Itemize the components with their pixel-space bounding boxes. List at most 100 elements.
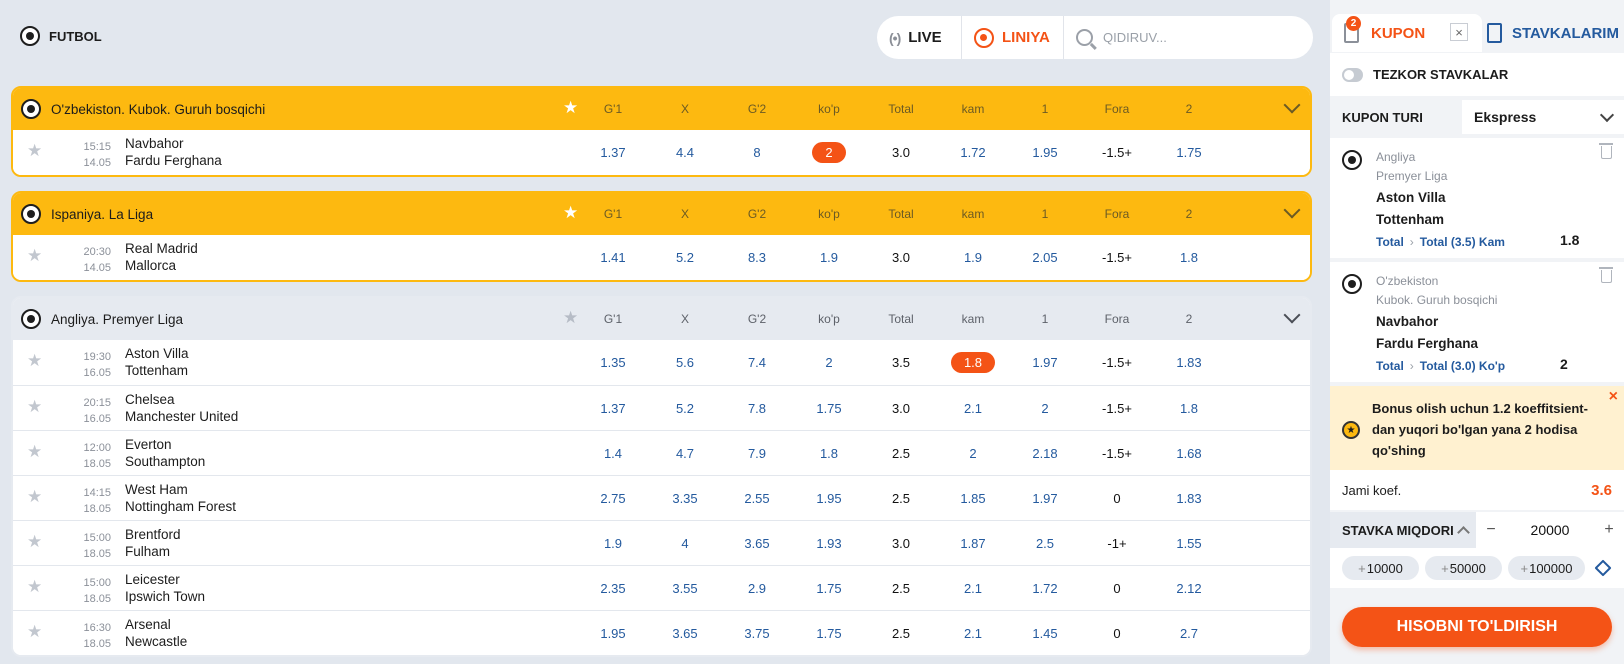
odd-cell[interactable]: 1.75 — [1149, 130, 1229, 175]
league-header[interactable]: Angliya. Premyer Liga ★ G'1 X G'2 ko'p Total ka… — [13, 298, 1310, 340]
sport-title[interactable]: FUTBOL — [20, 26, 102, 46]
odd-cell[interactable]: 8.3 — [717, 235, 797, 280]
quick-amount-button[interactable]: +50000 — [1425, 556, 1502, 580]
odd-cell[interactable]: 1.75 — [789, 611, 869, 655]
odd-cell[interactable]: 5.6 — [645, 340, 725, 385]
favorite-star-icon[interactable]: ★ — [27, 397, 42, 417]
odd-cell[interactable]: 2 — [1005, 386, 1085, 431]
odd-cell[interactable]: 5.2 — [645, 235, 725, 280]
favorite-star-icon[interactable]: ★ — [27, 622, 42, 642]
match-row[interactable]: ★ 12:00 18.05 Everton Southampton 1.4 4.7 7.9 1.… — [13, 430, 1310, 475]
odd-cell[interactable]: 1.85 — [933, 476, 1013, 521]
odd-cell[interactable]: 2 — [789, 130, 869, 175]
match-row[interactable]: ★ 20:30 14.05 Real Madrid Mallorca 1.41 5.2 8.3… — [13, 235, 1310, 280]
odd-cell[interactable]: 1.97 — [1005, 476, 1085, 521]
odd-cell[interactable]: 3.65 — [645, 611, 725, 655]
odd-cell[interactable]: 1.9 — [933, 235, 1013, 280]
close-icon[interactable]: × — [1450, 23, 1468, 41]
chevron-down-icon[interactable] — [1283, 96, 1301, 114]
match-row[interactable]: ★ 15:00 18.05 Leicester Ipswich Town 2.35 3.55… — [13, 565, 1310, 610]
odd-cell[interactable]: 2.05 — [1005, 235, 1085, 280]
odd-cell[interactable]: 2.35 — [573, 566, 653, 611]
pencil-icon[interactable] — [1594, 559, 1612, 577]
odd-cell[interactable]: 1.97 — [1005, 340, 1085, 385]
match-teams[interactable]: Arsenal Newcastle — [125, 616, 187, 650]
league-header[interactable]: Ispaniya. La Liga ★ G'1 X G'2 ko'p Total kam 1 Fo… — [13, 193, 1310, 235]
odd-cell[interactable]: 2.1 — [933, 611, 1013, 655]
match-row[interactable]: ★ 20:15 16.05 Chelsea Manchester United 1.37 5… — [13, 385, 1310, 430]
odd-cell[interactable]: 1.55 — [1149, 521, 1229, 566]
match-row[interactable]: ★ 16:30 18.05 Arsenal Newcastle 1.95 3.65 3.75 1… — [13, 610, 1310, 655]
odd-cell[interactable]: 1.95 — [573, 611, 653, 655]
deposit-button[interactable]: HISOBNI TO'LDIRISH — [1342, 607, 1612, 647]
match-teams[interactable]: Aston Villa Tottenham — [125, 345, 189, 379]
match-teams[interactable]: West Ham Nottingham Forest — [125, 481, 236, 515]
odd-cell[interactable]: 1.87 — [933, 521, 1013, 566]
odd-cell[interactable]: 1.72 — [933, 130, 1013, 175]
odd-cell[interactable]: 5.2 — [645, 386, 725, 431]
odd-cell[interactable]: 1.45 — [1005, 611, 1085, 655]
liniya-button[interactable]: LINIYA — [962, 16, 1064, 59]
match-teams[interactable]: Leicester Ipswich Town — [125, 571, 205, 605]
odd-cell[interactable]: 1.72 — [1005, 566, 1085, 611]
odd-cell[interactable]: 1.93 — [789, 521, 869, 566]
odd-cell[interactable]: 1.95 — [789, 476, 869, 521]
odd-cell[interactable]: 1.4 — [573, 431, 653, 476]
stake-minus-button[interactable]: − — [1476, 521, 1506, 539]
match-row[interactable]: ★ 15:15 14.05 Navbahor Fardu Ferghana 1.37 4.4… — [13, 130, 1310, 175]
odd-cell[interactable]: 1.9 — [789, 235, 869, 280]
trash-icon[interactable] — [1599, 143, 1613, 159]
match-row[interactable]: ★ 14:15 18.05 West Ham Nottingham Forest 2.75… — [13, 475, 1310, 520]
match-teams[interactable]: Navbahor Fardu Ferghana — [125, 135, 222, 169]
tab-kupon[interactable]: 2 KUPON × — [1332, 14, 1482, 52]
stake-input[interactable] — [1506, 522, 1594, 538]
odd-cell[interactable]: 1.8 — [789, 431, 869, 476]
odd-cell[interactable]: 2.9 — [717, 566, 797, 611]
odd-cell[interactable]: 1.41 — [573, 235, 653, 280]
quick-bets-toggle[interactable] — [1342, 67, 1363, 82]
match-teams[interactable]: Brentford Fulham — [125, 526, 181, 560]
bonus-close-icon[interactable]: × — [1609, 388, 1618, 406]
odd-cell[interactable]: 8 — [717, 130, 797, 175]
odd-cell[interactable]: 2.12 — [1149, 566, 1229, 611]
odd-cell[interactable]: 1.9 — [573, 521, 653, 566]
odd-cell[interactable]: 1.75 — [789, 386, 869, 431]
odd-cell[interactable]: 1.95 — [1005, 130, 1085, 175]
favorite-star-icon[interactable]: ★ — [27, 141, 42, 161]
odd-cell[interactable]: 3.65 — [717, 521, 797, 566]
odd-cell[interactable]: 2.5 — [1005, 521, 1085, 566]
chevron-down-icon[interactable] — [1283, 201, 1301, 219]
quick-amount-button[interactable]: +100000 — [1508, 556, 1585, 580]
chevron-down-icon[interactable] — [1283, 306, 1301, 324]
match-teams[interactable]: Real Madrid Mallorca — [125, 240, 198, 274]
search-input[interactable] — [1103, 30, 1293, 45]
league-header[interactable]: O'zbekiston. Kubok. Guruh bosqichi ★ G'1 X G… — [13, 88, 1310, 130]
favorite-star-icon[interactable]: ★ — [27, 577, 42, 597]
match-row[interactable]: ★ 19:30 16.05 Aston Villa Tottenham 1.35 5.6 7.… — [13, 340, 1310, 385]
odd-cell[interactable]: 2.55 — [717, 476, 797, 521]
odd-cell[interactable]: 2.18 — [1005, 431, 1085, 476]
stake-label[interactable]: STAVKA MIQDORI — [1330, 512, 1476, 548]
odd-cell[interactable]: 1.37 — [573, 130, 653, 175]
odd-cell[interactable]: 2 — [933, 431, 1013, 476]
odd-cell[interactable]: 1.83 — [1149, 476, 1229, 521]
tab-stavkalarim[interactable]: STAVKALARIM — [1475, 14, 1619, 52]
odd-cell[interactable]: 7.9 — [717, 431, 797, 476]
quick-amount-button[interactable]: +10000 — [1342, 556, 1419, 580]
odd-cell[interactable]: 2.1 — [933, 566, 1013, 611]
odd-cell[interactable]: 1.35 — [573, 340, 653, 385]
odd-cell[interactable]: 2.1 — [933, 386, 1013, 431]
odd-cell[interactable]: 3.75 — [717, 611, 797, 655]
odd-cell[interactable]: 1.75 — [789, 566, 869, 611]
odd-cell[interactable]: 7.4 — [717, 340, 797, 385]
match-teams[interactable]: Chelsea Manchester United — [125, 391, 238, 425]
odd-cell[interactable]: 1.37 — [573, 386, 653, 431]
favorite-star-icon[interactable]: ★ — [27, 351, 42, 371]
match-row[interactable]: ★ 15:00 18.05 Brentford Fulham 1.9 4 3.65 1.93 3.… — [13, 520, 1310, 565]
stake-plus-button[interactable]: + — [1594, 521, 1624, 539]
trash-icon[interactable] — [1599, 267, 1613, 283]
favorite-star-icon[interactable]: ★ — [27, 246, 42, 266]
odd-cell[interactable]: 2.7 — [1149, 611, 1229, 655]
match-teams[interactable]: Everton Southampton — [125, 436, 205, 470]
favorite-star-icon[interactable]: ★ — [27, 487, 42, 507]
